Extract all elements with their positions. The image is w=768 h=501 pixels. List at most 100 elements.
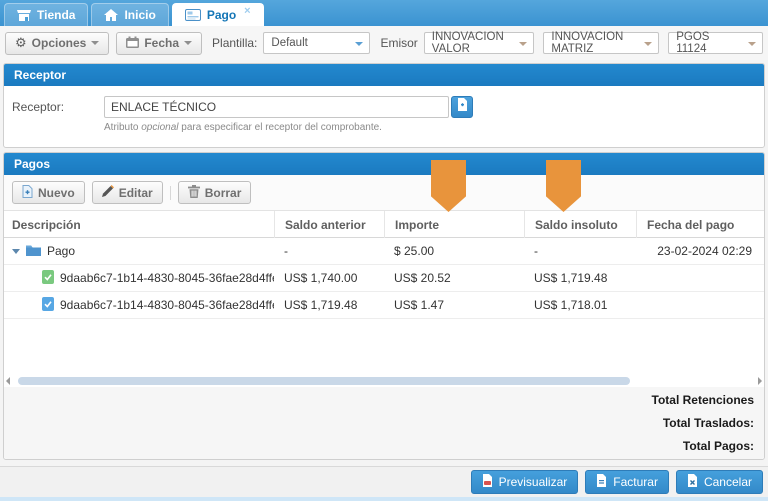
pdf-document-icon [482,474,493,490]
serie-folio-value: PGOS 11124 [676,31,742,55]
column-header-fecha-del-pago[interactable]: Fecha del pago [636,211,764,238]
help-suffix: para especificar el receptor del comprob… [179,122,382,133]
facturar-label: Facturar [613,475,658,489]
total-retenciones-label: Total Retenciones [652,393,754,407]
plantilla-label: Plantilla: [212,36,257,50]
scroll-left-icon[interactable] [6,377,10,385]
emisor-value: INNOVACION VALOR [432,31,514,55]
form-icon [185,9,201,21]
row-description-cell: Pago [4,244,274,259]
editar-button[interactable]: Editar [92,181,163,204]
folder-icon [26,244,41,259]
tab-label: Pago [207,8,236,22]
totals-summary: Total Retenciones Total Traslados: Total… [4,387,764,459]
importe-cell: US$ 20.52 [384,271,524,285]
column-header-saldo-insoluto[interactable]: Saldo insoluto [524,211,636,238]
nuevo-button[interactable]: Nuevo [12,181,85,204]
cancelar-label: Cancelar [704,475,752,489]
opciones-label: Opciones [32,36,87,50]
chevron-down-icon [644,42,652,46]
sucursal-select[interactable]: INNOVACION MATRIZ [543,32,659,54]
tab-pago[interactable]: Pago × [172,3,264,26]
total-traslados-label: Total Traslados: [663,416,754,430]
document-plus-icon [22,185,33,201]
importe-cell: $ 25.00 [384,244,524,258]
toolbar-separator [170,186,171,200]
store-icon [17,9,31,22]
tab-bar: Tienda Inicio Pago × [0,0,768,26]
facturar-button[interactable]: Facturar [585,470,669,494]
tab-inicio[interactable]: Inicio [91,3,168,26]
row-description-text: Pago [47,244,75,258]
chevron-down-icon [355,42,363,46]
chevron-down-icon [91,41,99,45]
trash-icon [188,185,200,201]
editar-label: Editar [119,186,153,200]
column-header-saldo-anterior[interactable]: Saldo anterior [274,211,384,238]
gear-icon: ⚙ [15,37,27,50]
table-row-traslado[interactable]: 9daab6c7-1b14-4830-8045-36fae28d4ffe US$… [4,292,764,319]
fecha-button[interactable]: Fecha [116,32,202,55]
row-description-text: 9daab6c7-1b14-4830-8045-36fae28d4ffe [60,271,274,285]
saldo-anterior-cell: US$ 1,719.48 [274,298,384,312]
main-toolbar: ⚙ Opciones Fecha Plantilla: Default Emis… [0,26,768,60]
plantilla-select[interactable]: Default [263,32,370,54]
pagos-panel-header: Pagos [4,153,764,175]
total-pagos-label: Total Pagos: [683,439,754,453]
table-empty-area [4,319,764,375]
tab-tienda[interactable]: Tienda [4,3,88,26]
nuevo-label: Nuevo [38,186,75,200]
plantilla-value: Default [271,37,307,49]
receptor-help-text: Atributo opcional para especificar el re… [104,122,764,133]
borrar-button[interactable]: Borrar [178,181,252,204]
pagos-table-header: Descripción Saldo anterior Importe Saldo… [4,211,764,238]
saldo-anterior-cell: - [274,244,384,258]
receptor-field-label: Receptor: [12,96,104,114]
sucursal-value: INNOVACION MATRIZ [551,31,638,55]
column-header-descripcion[interactable]: Descripción [4,211,274,238]
document-add-icon [457,98,468,116]
chevron-down-icon [184,41,192,45]
importe-cell: US$ 1.47 [384,298,524,312]
receptor-panel: Receptor Receptor: Atributo opcional par… [3,63,765,148]
opciones-button[interactable]: ⚙ Opciones [5,32,109,55]
fecha-del-pago-cell: 23-02-2024 02:29 [636,244,764,258]
receptor-panel-header: Receptor [4,64,764,86]
help-prefix: Atributo [104,122,141,133]
chevron-down-icon [748,42,756,46]
borrar-label: Borrar [205,186,242,200]
collapse-expander-icon[interactable] [12,249,20,254]
saldo-anterior-cell: US$ 1,740.00 [274,271,384,285]
add-receptor-button[interactable] [451,96,473,118]
pencil-icon [102,185,114,200]
home-icon [104,9,118,21]
scroll-right-icon[interactable] [758,377,762,385]
saldo-insoluto-cell: US$ 1,718.01 [524,298,636,312]
footer-bar: Previsualizar Facturar Cancelar [0,466,768,497]
pago-window: Tienda Inicio Pago × ⚙ Opciones Fecha [0,0,768,501]
serie-folio-select[interactable]: PGOS 11124 [668,32,763,54]
close-icon[interactable]: × [244,5,250,17]
document-check-green-icon [42,270,54,287]
row-description-cell: 9daab6c7-1b14-4830-8045-36fae28d4ffe [4,270,274,287]
help-italic: opcional [141,122,178,133]
fecha-label: Fecha [144,36,179,50]
row-description-text: 9daab6c7-1b14-4830-8045-36fae28d4ffe [60,298,274,312]
previsualizar-button[interactable]: Previsualizar [471,470,579,494]
receptor-input[interactable] [104,96,449,118]
emisor-select[interactable]: INNOVACION VALOR [424,32,535,54]
document-check-blue-icon [42,297,54,314]
table-row-retencion[interactable]: 9daab6c7-1b14-4830-8045-36fae28d4ffe US$… [4,265,764,292]
column-header-importe[interactable]: Importe [384,211,524,238]
emisor-label: Emisor [380,36,417,50]
receptor-field-row: Receptor: [4,86,764,118]
bottom-strip [0,497,768,501]
table-row-pago-group[interactable]: Pago - $ 25.00 - 23-02-2024 02:29 [4,238,764,265]
saldo-insoluto-cell: US$ 1,719.48 [524,271,636,285]
pagos-toolbar: Nuevo Editar Borrar [4,175,764,211]
chevron-down-icon [519,42,527,46]
cancelar-button[interactable]: Cancelar [676,470,763,494]
scrollbar-thumb[interactable] [18,377,630,385]
horizontal-scrollbar [4,375,764,387]
saldo-insoluto-cell: - [524,244,636,258]
